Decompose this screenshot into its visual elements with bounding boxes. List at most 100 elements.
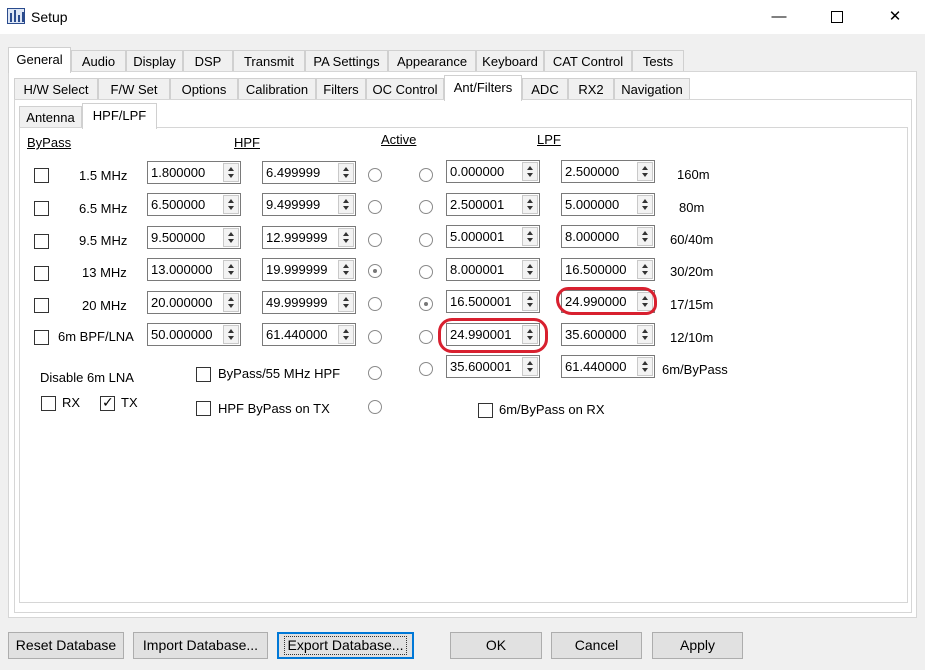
- hpf-high-spinner[interactable]: 49.999999: [262, 291, 356, 314]
- tab-navigation[interactable]: Navigation: [614, 78, 690, 100]
- ok-button[interactable]: OK: [450, 632, 542, 659]
- bypass-55mhz-hpf-checkbox[interactable]: [196, 367, 211, 382]
- tx-lna-checkbox[interactable]: ✓: [100, 394, 115, 411]
- hpf-high-spinner[interactable]: 61.440000: [262, 323, 356, 346]
- maximize-button[interactable]: [808, 0, 866, 34]
- spinner-arrows-icon[interactable]: [522, 195, 538, 214]
- tab-general[interactable]: General: [8, 47, 71, 73]
- lpf-active-radio[interactable]: [419, 168, 433, 182]
- hpf-low-spinner[interactable]: 20.000000: [147, 291, 241, 314]
- hpf-high-spinner[interactable]: 19.999999: [262, 258, 356, 281]
- spinner-arrows-icon[interactable]: [223, 293, 239, 312]
- hpf-bypass-tx-checkbox[interactable]: [196, 401, 211, 416]
- hpf-active-radio[interactable]: [368, 330, 382, 344]
- spinner-arrows-icon[interactable]: [522, 162, 538, 181]
- tab-pa-settings[interactable]: PA Settings: [305, 50, 388, 72]
- lpf-active-radio[interactable]: [419, 233, 433, 247]
- lpf-active-radio[interactable]: [419, 200, 433, 214]
- tab-hw-select[interactable]: H/W Select: [14, 78, 98, 100]
- bypass-checkbox-13mhz[interactable]: [34, 266, 49, 281]
- tab-rx2[interactable]: RX2: [568, 78, 614, 100]
- lpf-active-radio[interactable]: [419, 362, 433, 376]
- bypass-checkbox-6-5mhz[interactable]: [34, 201, 49, 216]
- tab-filters[interactable]: Filters: [316, 78, 366, 100]
- spinner-arrows-icon[interactable]: [637, 325, 653, 344]
- spinner-arrows-icon[interactable]: [637, 260, 653, 279]
- hpf-active-radio[interactable]: [368, 297, 382, 311]
- close-button[interactable]: ✕: [866, 0, 924, 34]
- spinner-arrows-icon[interactable]: [522, 227, 538, 246]
- lpf-high-spinner[interactable]: 16.500000: [561, 258, 655, 281]
- hpf-active-radio[interactable]: [368, 366, 382, 380]
- bypass-checkbox-20mhz[interactable]: [34, 298, 49, 313]
- hpf-active-radio[interactable]: [368, 200, 382, 214]
- spinner-arrows-icon[interactable]: [522, 292, 538, 311]
- hpf-high-spinner[interactable]: 6.499999: [262, 161, 356, 184]
- tab-dsp[interactable]: DSP: [183, 50, 233, 72]
- cancel-button[interactable]: Cancel: [551, 632, 642, 659]
- tab-keyboard[interactable]: Keyboard: [476, 50, 544, 72]
- hpf-active-radio[interactable]: [368, 233, 382, 247]
- spinner-arrows-icon[interactable]: [338, 163, 354, 182]
- spinner-arrows-icon[interactable]: [637, 357, 653, 376]
- hpf-high-spinner[interactable]: 12.999999: [262, 226, 356, 249]
- spinner-arrows-icon[interactable]: [223, 325, 239, 344]
- lpf-active-radio-selected[interactable]: [419, 297, 433, 311]
- rx-lna-checkbox[interactable]: [41, 396, 56, 411]
- spinner-arrows-icon[interactable]: [338, 195, 354, 214]
- tab-tests[interactable]: Tests: [632, 50, 684, 72]
- tab-cat-control[interactable]: CAT Control: [544, 50, 632, 72]
- tab-calibration[interactable]: Calibration: [238, 78, 316, 100]
- lpf-low-spinner[interactable]: 8.000001: [446, 258, 540, 281]
- hpf-active-radio[interactable]: [368, 168, 382, 182]
- hpf-low-spinner[interactable]: 6.500000: [147, 193, 241, 216]
- hpf-active-radio-selected[interactable]: [368, 264, 382, 278]
- tab-antenna[interactable]: Antenna: [19, 106, 82, 128]
- tab-display[interactable]: Display: [126, 50, 183, 72]
- spinner-arrows-icon[interactable]: [338, 293, 354, 312]
- spinner-arrows-icon[interactable]: [637, 162, 653, 181]
- minimize-button[interactable]: —: [750, 0, 808, 34]
- lpf-low-spinner[interactable]: 35.600001: [446, 355, 540, 378]
- hpf-bypass-radio[interactable]: [368, 400, 382, 414]
- tab-options[interactable]: Options: [170, 78, 238, 100]
- lpf-high-spinner[interactable]: 61.440000: [561, 355, 655, 378]
- tab-adc[interactable]: ADC: [522, 78, 568, 100]
- spinner-arrows-icon[interactable]: [637, 227, 653, 246]
- spinner-arrows-icon[interactable]: [223, 195, 239, 214]
- spinner-arrows-icon[interactable]: [522, 357, 538, 376]
- spinner-arrows-icon[interactable]: [637, 195, 653, 214]
- spinner-arrows-icon[interactable]: [338, 325, 354, 344]
- lpf-low-spinner[interactable]: 5.000001: [446, 225, 540, 248]
- hpf-low-spinner[interactable]: 50.000000: [147, 323, 241, 346]
- hpf-low-spinner[interactable]: 13.000000: [147, 258, 241, 281]
- bypass-checkbox-9-5mhz[interactable]: [34, 234, 49, 249]
- spinner-arrows-icon[interactable]: [338, 260, 354, 279]
- lpf-high-spinner[interactable]: 8.000000: [561, 225, 655, 248]
- tab-transmit[interactable]: Transmit: [233, 50, 305, 72]
- spinner-arrows-icon[interactable]: [223, 260, 239, 279]
- spinner-arrows-icon[interactable]: [223, 163, 239, 182]
- lpf-high-spinner[interactable]: 2.500000: [561, 160, 655, 183]
- lpf-high-spinner[interactable]: 35.600000: [561, 323, 655, 346]
- lpf-low-spinner[interactable]: 0.000000: [446, 160, 540, 183]
- bypass-checkbox-1-5mhz[interactable]: [34, 168, 49, 183]
- spinner-arrows-icon[interactable]: [522, 260, 538, 279]
- spinner-arrows-icon[interactable]: [338, 228, 354, 247]
- lpf-active-radio[interactable]: [419, 330, 433, 344]
- lpf-active-radio[interactable]: [419, 265, 433, 279]
- lpf-high-spinner[interactable]: 5.000000: [561, 193, 655, 216]
- hpf-high-spinner[interactable]: 9.499999: [262, 193, 356, 216]
- tab-hpf-lpf[interactable]: HPF/LPF: [82, 103, 157, 129]
- import-database-button[interactable]: Import Database...: [133, 632, 268, 659]
- hpf-low-spinner[interactable]: 9.500000: [147, 226, 241, 249]
- apply-button[interactable]: Apply: [652, 632, 743, 659]
- tab-appearance[interactable]: Appearance: [388, 50, 476, 72]
- bypass-checkbox-6m-bpf-lna[interactable]: [34, 330, 49, 345]
- tab-fw-set[interactable]: F/W Set: [98, 78, 170, 100]
- tab-oc-control[interactable]: OC Control: [366, 78, 444, 100]
- spinner-arrows-icon[interactable]: [223, 228, 239, 247]
- reset-database-button[interactable]: Reset Database: [8, 632, 124, 659]
- tab-audio[interactable]: Audio: [71, 50, 126, 72]
- lpf-low-spinner[interactable]: 16.500001: [446, 290, 540, 313]
